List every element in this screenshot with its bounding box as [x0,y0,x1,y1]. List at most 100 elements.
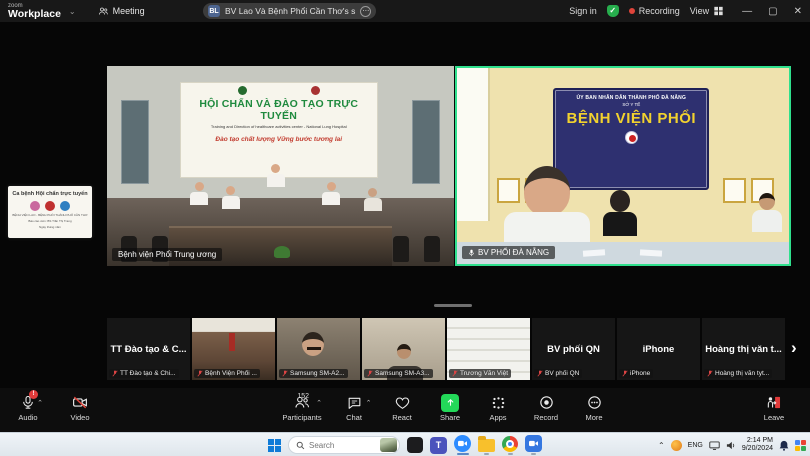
video-tile-benh-vien-phoi-trung-uong[interactable]: HỘI CHẨN VÀ ĐÀO TẠO TRỰC TUYẾN Training … [107,66,454,266]
participants-label: Participants [282,413,321,422]
minimize-button[interactable]: — [742,6,752,17]
filmstrip-next-arrow[interactable]: › [791,338,797,358]
apps-button[interactable]: Apps [476,393,520,422]
mic-muted-icon [452,370,458,377]
taskbar-center: T [268,433,542,456]
thumb-name: Bệnh Viện Phổi ... [205,370,257,377]
logo-red [45,201,55,211]
leave-button[interactable]: Leave [752,393,796,422]
taskbar-app-dark[interactable] [407,434,423,456]
taskbar-app-zoom-workplace[interactable] [525,434,542,456]
video-tile-bv-phoi-da-nang[interactable]: ỦY BAN NHÂN DÂN THÀNH PHỐ ĐÀ NẴNG SỞ Y T… [455,66,791,266]
chat-button[interactable]: ⌃ Chat [332,393,376,422]
notification-bell-icon[interactable] [779,440,789,451]
audio-button[interactable]: ! ⌃ Audio [6,393,50,422]
thumb-tt-dao-tao[interactable]: TT Đào tạo & C... TT Đào tạo & Chi... [107,318,190,380]
tab-meeting[interactable]: Meeting [98,6,145,17]
leave-door-icon [765,394,783,411]
taskbar-search[interactable] [288,436,400,454]
meeting-title: BV Lao Và Bệnh Phổi Cần Thơ's s [225,6,355,16]
windows-taskbar: T ⌃ [0,432,810,456]
logo-blue [60,201,70,211]
maximize-button[interactable]: ▢ [768,6,777,17]
audio-alert-badge: ! [29,390,38,399]
people-icon [98,6,109,17]
tray-chevron-up-icon[interactable]: ⌃ [658,441,665,450]
title-bar: zoom Workplace ⌄ Meeting BL BV Lao Và Bệ… [0,0,810,22]
table-plant [274,246,290,258]
person-seated-2 [222,186,240,209]
share-button[interactable]: Share [428,393,472,422]
audio-options-chevron-icon[interactable]: ⌃ [37,399,43,407]
more-button[interactable]: More [572,393,616,422]
more-label: More [585,413,602,422]
participants-button[interactable]: 152 ⌃ Participants [276,393,328,422]
apps-icon [490,395,507,411]
thumb-name: Samsung SM-A3... [375,370,430,377]
thumb-name: iPhone [630,370,650,377]
recording-dot-icon [629,8,635,14]
room-window-left [121,100,149,184]
search-highlight-image[interactable] [380,438,397,452]
thumb-samsung-a2[interactable]: Samsung SM-A2... [277,318,360,380]
recording-label: Recording [639,6,680,16]
close-button[interactable]: ✕ [794,6,802,17]
react-label: React [392,413,412,422]
meeting-title-tab[interactable]: BL BV Lao Và Bệnh Phổi Cần Thơ's s ⋯ [203,3,376,19]
video-button[interactable]: Video [58,393,102,422]
case-card-line2: Báo cáo viên: BS Trần Thị Trang [8,219,92,223]
start-button[interactable] [268,439,281,452]
thumb-hoang-thi-van[interactable]: Hoàng thị văn t... Hoàng thị văn tyt... [702,318,785,380]
room-window-right [412,100,440,184]
search-input[interactable] [309,441,367,450]
taskbar-app-teams[interactable]: T [430,434,447,456]
meeting-toolbar: ! ⌃ Audio Video [0,388,810,432]
banner-subtitle: Training and Direction of healthcare act… [181,124,377,129]
view-button[interactable]: View [690,6,724,16]
thumb-truong-van-viet[interactable]: Trương Văn Việt [447,318,530,380]
thumb-name-tag: Hoàng thị văn tyt... [704,369,772,378]
record-button[interactable]: Record [524,393,568,422]
person-right [752,193,782,232]
apps-label: Apps [489,413,506,422]
mic-muted-icon [367,370,373,377]
thumb-bv-phoi-qn[interactable]: BV phối QN BV phối QN [532,318,615,380]
search-icon [296,441,305,450]
teams-icon: T [430,437,447,454]
chevron-down-icon[interactable]: ⌄ [63,7,82,16]
case-card-line3: Ngày tháng năm [8,225,92,229]
language-indicator[interactable]: ENG [688,442,703,449]
thumb-iphone[interactable]: iPhone iPhone [617,318,700,380]
participants-chevron-icon[interactable]: ⌃ [316,399,322,407]
meeting-badge: BL [208,5,220,17]
hospital-sign-logo [625,131,638,144]
thumb-name-tag: Samsung SM-A2... [279,369,348,378]
taskbar-clock[interactable]: 2:14 PM 9/20/2024 [742,437,773,453]
participants-count: 152 [297,393,309,400]
sign-in-button[interactable]: Sign in [569,6,597,16]
active-app-indicator [531,453,536,455]
thumb-benh-vien-phoi[interactable]: Bệnh Viện Phổi ... [192,318,275,380]
banner-tagline: Đào tạo chất lượng Vững bước tương lai [181,136,377,143]
case-card-title: Ca bệnh Hội chẩn trực tuyến [8,191,92,197]
record-label: Record [534,413,558,422]
active-app-indicator [484,453,489,455]
person-seated-4 [364,188,382,211]
mic-muted-icon [707,370,713,377]
thumb-samsung-a3[interactable]: Samsung SM-A3... [362,318,445,380]
audio-label: Audio [18,413,37,422]
security-shield-icon[interactable]: ✓ [607,5,619,17]
taskbar-app-zoom[interactable] [454,434,471,456]
case-card-logos [8,201,92,211]
taskbar-app-explorer[interactable] [478,434,495,456]
taskbar-app-chrome[interactable] [502,434,518,456]
chat-chevron-icon[interactable]: ⌃ [366,399,372,407]
more-options-icon[interactable]: ⋯ [360,6,371,17]
sign-title: BỆNH VIỆN PHỔI [555,110,707,127]
speaker-icon[interactable] [726,441,736,450]
display-icon[interactable] [709,441,720,450]
tray-app-icon[interactable] [671,440,682,451]
react-button[interactable]: React [380,393,424,422]
filmstrip-resize-handle[interactable] [434,304,472,307]
widgets-icon[interactable] [795,440,806,451]
